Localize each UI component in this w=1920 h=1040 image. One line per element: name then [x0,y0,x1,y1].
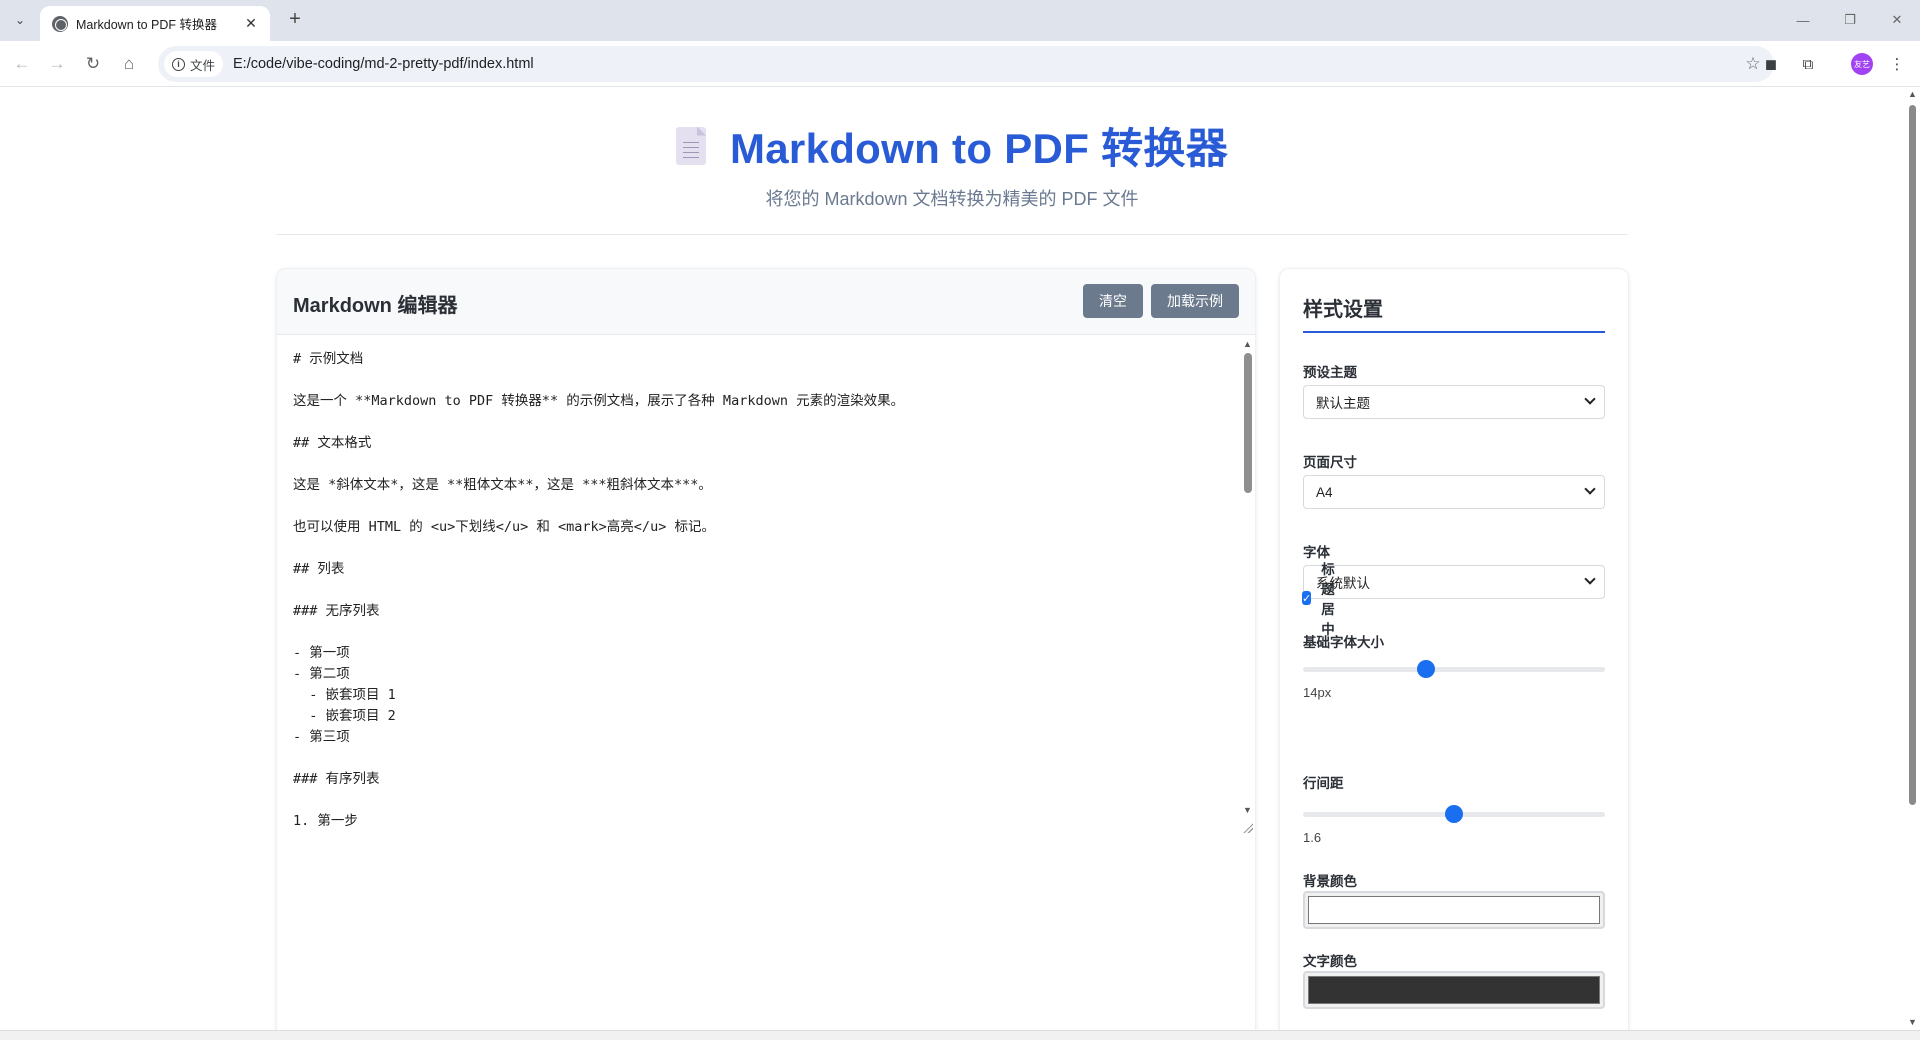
center-title-checkbox-row[interactable]: ✓ 标题居中 [1302,558,1340,638]
minimize-icon[interactable]: — [1780,6,1826,34]
info-icon: i [172,57,185,71]
scroll-up-icon[interactable]: ▲ [1908,89,1917,99]
page-viewport: Markdown to PDF 转换器 将您的 Markdown 文档转换为精美… [0,87,1905,1030]
horizontal-scrollbar[interactable] [0,1030,1920,1040]
line-height-slider[interactable] [1303,805,1605,823]
tab-search-button[interactable]: ⌄ [8,8,32,32]
extension-icon[interactable]: ◼ [1760,53,1782,75]
address-bar[interactable]: i 文件 E:/code/vibe-coding/md-2-pretty-pdf… [158,46,1774,82]
chevron-down-icon [1584,483,1596,495]
bg-color-label: 背景颜色 [1303,874,1357,889]
text-color-swatch [1308,976,1600,1004]
puzzle-icon[interactable]: ⧉ [1797,53,1819,75]
scroll-down-icon[interactable]: ▼ [1243,805,1252,815]
center-title-label: 标题居中 [1321,562,1335,637]
center-title-checkbox[interactable]: ✓ [1302,591,1312,605]
page-size-select[interactable]: A4 [1303,475,1605,509]
clear-button[interactable]: 清空 [1083,284,1143,318]
slider-thumb[interactable] [1417,660,1435,678]
url-text[interactable]: E:/code/vibe-coding/md-2-pretty-pdf/inde… [233,56,1738,72]
line-height-value: 1.6 [1303,830,1322,845]
active-tab[interactable]: Markdown to PDF 转换器 ✕ [40,6,270,41]
new-tab-button[interactable]: + [283,8,307,31]
profile-avatar[interactable]: 友艺 [1851,53,1873,75]
tab-title: Markdown to PDF 转换器 [76,18,218,32]
chevron-down-icon [1584,573,1596,585]
chevron-down-icon: ⌄ [14,13,26,27]
home-icon[interactable]: ⌂ [116,51,142,77]
markdown-textarea[interactable]: # 示例文档 这是一个 **Markdown to PDF 转换器** 的示例文… [277,335,1255,1030]
settings-panel: 样式设置 预设主题 默认主题 页面尺寸 A4 字体 系统默认 基础字体大小 14… [1279,268,1629,1030]
document-icon [675,126,706,165]
page-size-select-value: A4 [1316,484,1333,500]
font-size-value: 14px [1303,685,1332,700]
resize-grip-icon[interactable] [1243,823,1253,833]
page-scrollbar[interactable]: ▲ ▼ [1905,87,1920,1030]
restore-icon[interactable]: ❐ [1827,6,1873,34]
site-info-chip[interactable]: i 文件 [164,51,224,77]
settings-title: 样式设置 [1303,299,1383,321]
theme-label: 预设主题 [1303,365,1357,380]
slider-thumb[interactable] [1445,805,1463,823]
page-subtitle: 将您的 Markdown 文档转换为精美的 PDF 文件 [765,189,1139,209]
globe-icon [52,15,68,32]
title-row: Markdown to PDF 转换器 [276,115,1628,176]
back-arrow-icon[interactable]: ← [9,51,35,77]
markdown-content: # 示例文档 这是一个 **Markdown to PDF 转换器** 的示例文… [293,351,905,829]
forward-arrow-icon[interactable]: → [44,51,70,77]
text-color-picker[interactable] [1303,971,1605,1009]
theme-select[interactable]: 默认主题 [1303,385,1605,419]
settings-divider [1303,331,1605,333]
font-select[interactable]: 系统默认 [1303,565,1605,599]
editor-title: Markdown 编辑器 [293,295,458,317]
tab-strip: ⌄ Markdown to PDF 转换器 ✕ + — ❐ ✕ [0,0,1920,41]
editor-scroll-thumb[interactable] [1244,353,1252,493]
font-size-slider[interactable] [1303,660,1605,678]
slider-track [1303,667,1605,672]
editor-scrollbar[interactable]: ▲ ▼ [1242,339,1254,817]
close-window-icon[interactable]: ✕ [1874,6,1920,34]
load-sample-button[interactable]: 加载示例 [1151,284,1239,318]
editor-header: Markdown 编辑器 清空 加载示例 [277,269,1255,335]
bg-color-picker[interactable] [1303,891,1605,929]
editor-panel: Markdown 编辑器 清空 加载示例 # 示例文档 这是一个 **Markd… [276,268,1256,1030]
more-menu-icon[interactable]: ⋮ [1886,53,1908,75]
text-color-label: 文字颜色 [1303,954,1357,969]
chevron-down-icon [1584,393,1596,405]
page-size-label: 页面尺寸 [1303,455,1357,470]
scroll-down-icon[interactable]: ▼ [1908,1017,1917,1027]
browser-toolbar: ← → ↻ ⌂ i 文件 E:/code/vibe-coding/md-2-pr… [0,41,1920,87]
theme-select-value: 默认主题 [1316,396,1370,411]
close-tab-icon[interactable]: ✕ [242,15,260,32]
site-chip-label: 文件 [190,58,216,73]
scroll-up-icon[interactable]: ▲ [1243,339,1252,349]
page-header: Markdown to PDF 转换器 将您的 Markdown 文档转换为精美… [276,87,1628,235]
reload-icon[interactable]: ↻ [80,51,106,77]
page-scroll-thumb[interactable] [1909,105,1916,805]
bg-color-swatch [1308,896,1600,924]
page-title: Markdown to PDF 转换器 [729,125,1229,172]
line-height-label: 行间距 [1303,776,1344,791]
